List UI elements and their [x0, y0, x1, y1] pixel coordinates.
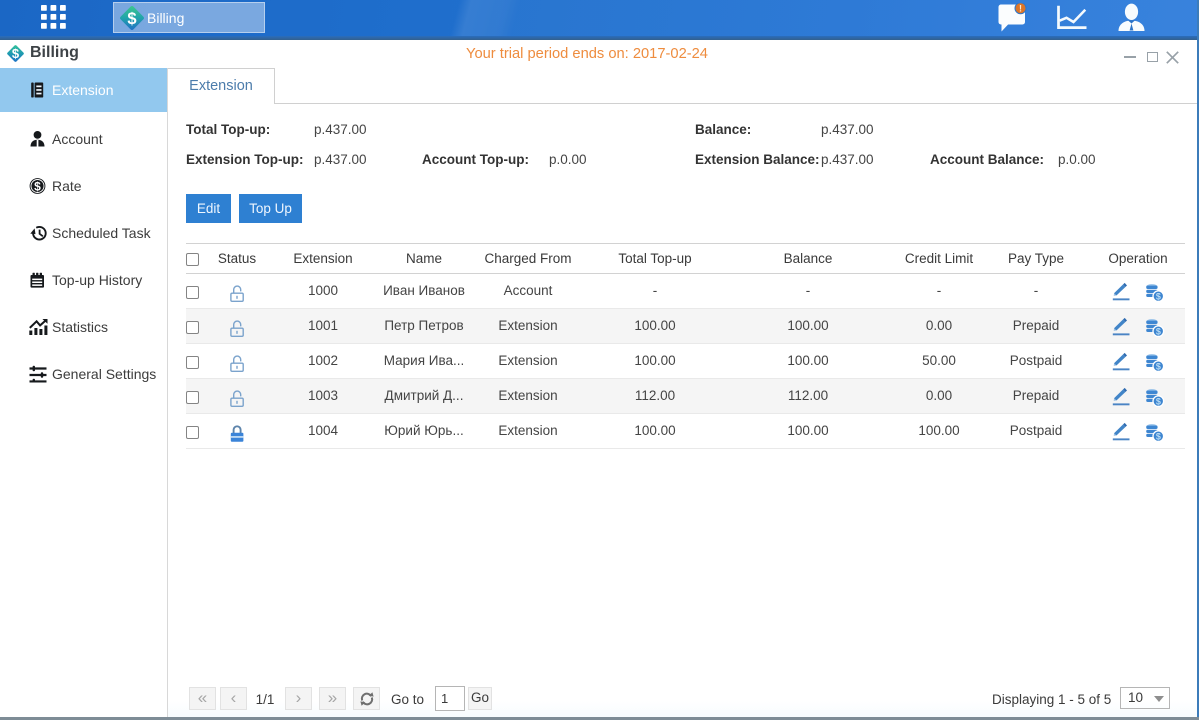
svg-text:$: $: [1156, 361, 1161, 371]
svg-text:$: $: [1156, 291, 1161, 301]
svg-text:$: $: [127, 10, 136, 28]
svg-text:$: $: [1156, 396, 1161, 406]
svg-text:$: $: [34, 179, 41, 193]
svg-text:!: !: [1019, 4, 1022, 14]
svg-text:$: $: [1156, 326, 1161, 336]
svg-text:$: $: [12, 46, 20, 61]
svg-text:$: $: [1156, 431, 1161, 441]
